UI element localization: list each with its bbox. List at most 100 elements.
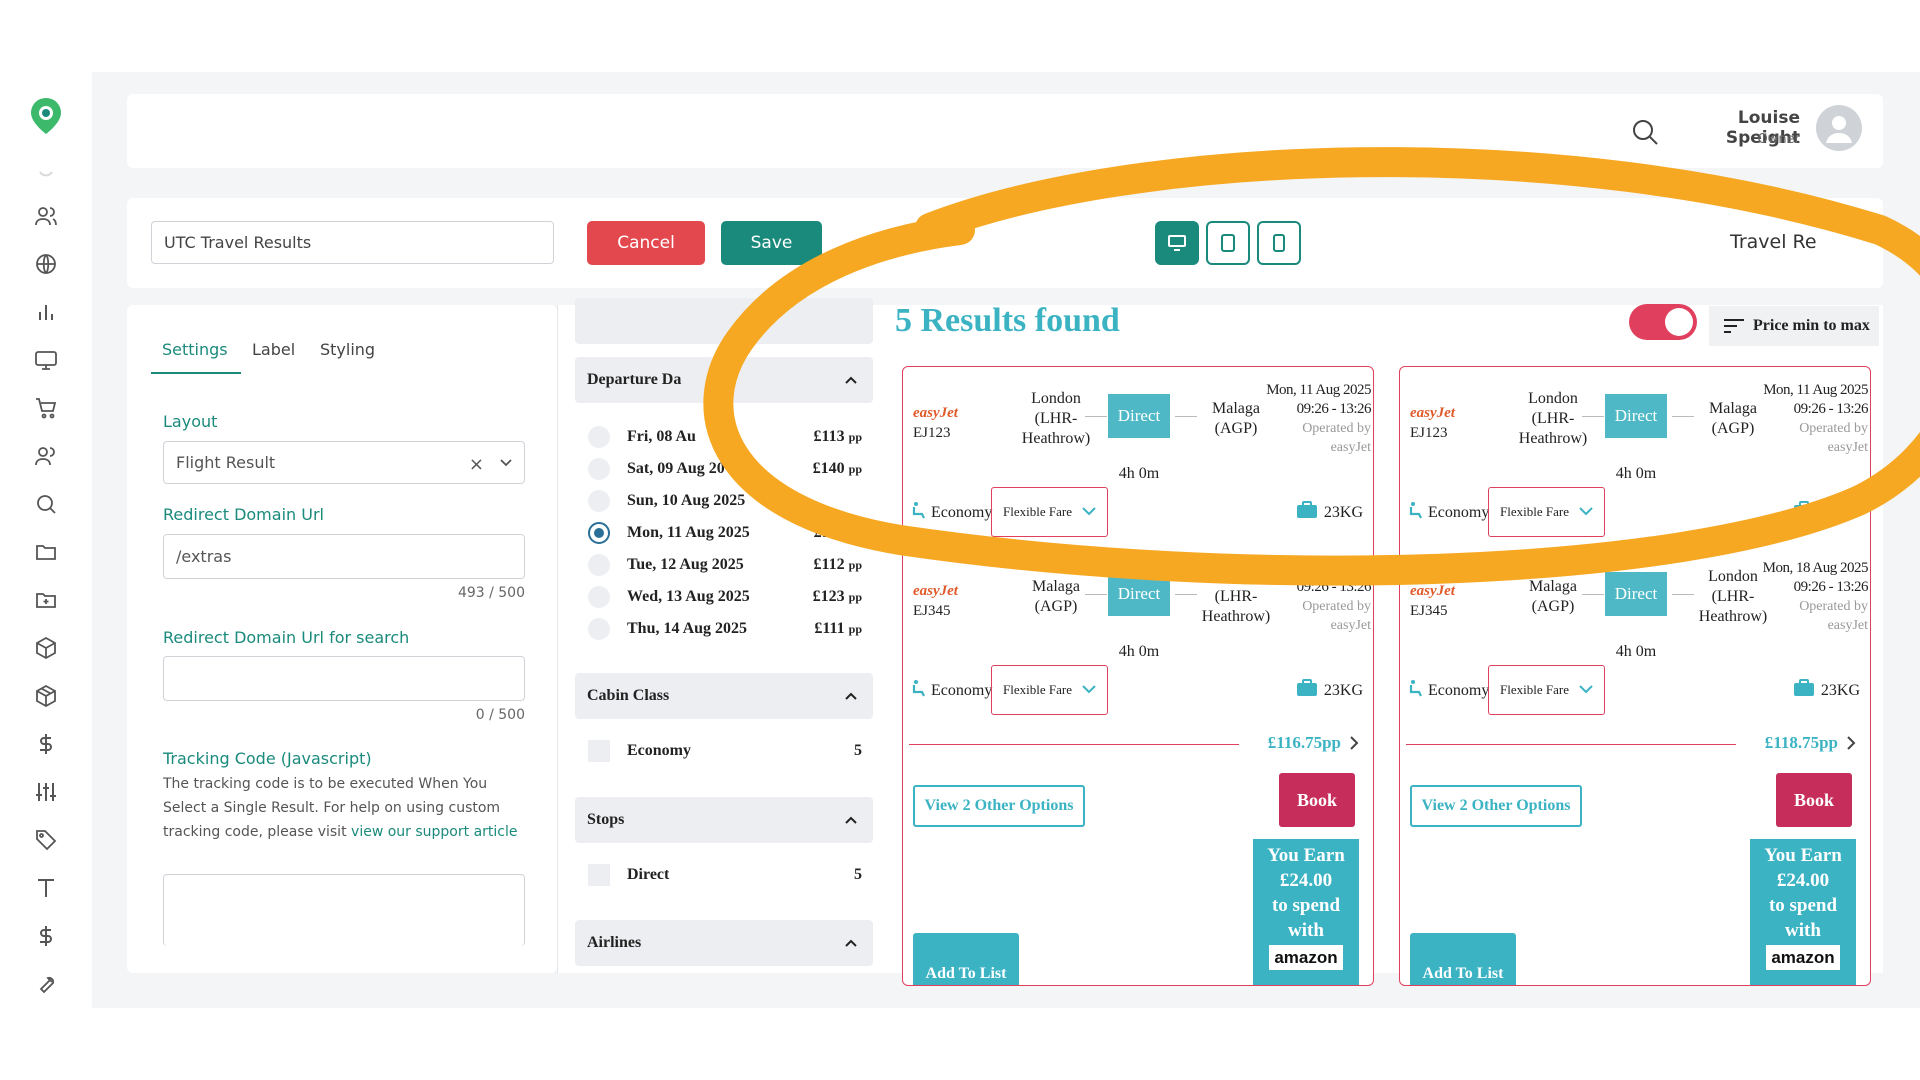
fare-select-value: Flexible Fare [1003, 682, 1072, 697]
fare-select[interactable]: Flexible Fare [991, 665, 1108, 715]
search-nav-icon[interactable] [30, 488, 62, 520]
tracking-code-textarea[interactable] [163, 874, 525, 946]
book-button[interactable]: Book [1279, 773, 1355, 827]
chevron-down-icon [1579, 504, 1593, 520]
date-radio[interactable] [588, 458, 610, 480]
redirect-search-field[interactable] [163, 656, 525, 701]
departure-date-filter[interactable]: Departure Da [575, 357, 873, 403]
luggage-icon [1296, 679, 1318, 702]
search-icon[interactable] [1630, 117, 1660, 147]
date-price-value: £117 [813, 524, 845, 541]
mobile-icon [1273, 234, 1285, 252]
date-radio[interactable] [588, 586, 610, 608]
cancel-button[interactable]: Cancel [587, 221, 705, 265]
date-price-unit: pp [848, 430, 862, 444]
tab-label[interactable]: Label [252, 340, 295, 359]
flight-duration: 4h 0m [1615, 643, 1657, 660]
date-radio[interactable] [588, 618, 610, 640]
route-dash [1085, 416, 1107, 417]
sort-icon [1724, 319, 1744, 333]
stops-filter[interactable]: Stops [575, 797, 873, 843]
users-icon[interactable] [30, 200, 62, 232]
monitor-icon[interactable] [30, 344, 62, 376]
dollar-icon[interactable] [30, 728, 62, 760]
logo-pin-icon[interactable] [28, 96, 64, 136]
flight-segment: easyJet EJ123 London (LHR- Heathrow) Direct… [903, 367, 1373, 545]
flight-date-time: Mon, 11 Aug 2025 09:26 - 13:26 [1763, 381, 1868, 419]
dollar-alt-icon[interactable] [30, 920, 62, 952]
result-name-input[interactable] [151, 221, 554, 264]
flight-date-time: Mon, 11 Aug 2025 09:26 - 13:26 [1266, 381, 1371, 419]
book-button[interactable]: Book [1776, 773, 1852, 827]
chevron-down-icon[interactable] [500, 458, 512, 468]
sort-button[interactable]: Price min to max [1709, 306, 1879, 346]
user-role: Owner [1757, 132, 1800, 147]
wrench-icon[interactable] [30, 968, 62, 1000]
sliders-icon[interactable] [30, 776, 62, 808]
amazon-logo: amazon [1766, 945, 1840, 970]
text-icon[interactable] [30, 872, 62, 904]
date-radio[interactable] [588, 554, 610, 576]
tab-settings[interactable]: Settings [162, 340, 228, 359]
fare-select[interactable]: Flexible Fare [1488, 665, 1605, 715]
box-icon[interactable] [30, 632, 62, 664]
redirect-search-label: Redirect Domain Url for search [163, 628, 410, 647]
airlines-filter[interactable]: Airlines [575, 920, 873, 966]
tag-icon[interactable] [30, 824, 62, 856]
view-other-options-button[interactable]: View 2 Other Options [1410, 785, 1582, 827]
price-divider [1406, 744, 1736, 745]
date-price-unit: pp [848, 526, 862, 540]
support-article-link[interactable]: view our support article [351, 824, 517, 840]
cart-icon[interactable] [30, 392, 62, 424]
tablet-view-button[interactable] [1206, 221, 1250, 265]
tab-styling[interactable]: Styling [320, 340, 375, 359]
baggage-value: 23KG [1323, 681, 1363, 699]
add-to-list-button[interactable]: Add To List [1410, 933, 1516, 985]
flight-date: Mon, 11 Aug 2025 [1266, 382, 1371, 398]
date-radio[interactable] [588, 426, 610, 448]
package-icon[interactable] [30, 680, 62, 712]
clear-icon[interactable]: × [469, 454, 484, 475]
save-button[interactable]: Save [721, 221, 822, 265]
origin-city: Malaga (AGP) [1032, 578, 1080, 615]
economy-checkbox[interactable] [588, 740, 610, 762]
fare-select-value: Flexible Fare [1500, 504, 1569, 519]
folder-icon[interactable] [30, 536, 62, 568]
view-other-options-button[interactable]: View 2 Other Options [913, 785, 1085, 827]
date-radio[interactable] [588, 490, 610, 512]
users-group-icon[interactable] [30, 440, 62, 472]
globe-icon[interactable] [30, 248, 62, 280]
date-option-label: Sun, 10 Aug 2025 [627, 492, 746, 509]
date-radio[interactable] [588, 522, 610, 544]
total-price[interactable]: £116.75pp [1268, 733, 1359, 753]
folder-plus-icon[interactable] [30, 584, 62, 616]
desktop-icon [1168, 235, 1186, 251]
desktop-view-button[interactable] [1155, 221, 1199, 265]
cabin-class-filter[interactable]: Cabin Class [575, 673, 873, 719]
cabin-info: Economy [1408, 501, 1489, 524]
airline-name: easyJet [1410, 405, 1455, 421]
tracking-code-label: Tracking Code (Javascript) [163, 749, 372, 768]
flight-date: Mon, 11 Aug 2025 [1763, 382, 1868, 398]
direct-checkbox[interactable] [588, 864, 610, 886]
flight-duration: 4h 0m [1118, 643, 1160, 660]
chart-icon[interactable] [30, 296, 62, 328]
fare-select[interactable]: Flexible Fare [991, 487, 1108, 537]
redirect-url-counter: 493 / 500 [457, 585, 525, 601]
date-option-label: Mon, 11 Aug 2025 [627, 524, 750, 541]
amazon-logo: amazon [1269, 945, 1343, 970]
redirect-url-field[interactable]: /extras [163, 534, 525, 579]
mobile-view-button[interactable] [1257, 221, 1301, 265]
total-price[interactable]: £118.75pp [1765, 733, 1856, 753]
avatar[interactable] [1816, 105, 1862, 151]
chevron-right-icon [1350, 736, 1359, 750]
flight-date: Mon, 18 Aug 2025 [1762, 560, 1869, 576]
stops-label: Stops [587, 811, 625, 828]
add-to-list-button[interactable]: Add To List [913, 933, 1019, 985]
layout-select[interactable]: Flight Result × [163, 441, 525, 484]
fare-select[interactable]: Flexible Fare [1488, 487, 1605, 537]
results-toggle[interactable] [1629, 304, 1697, 340]
result-card: easyJet EJ123 London (LHR- Heathrow) Direct… [1399, 366, 1871, 986]
route-dash [1582, 594, 1604, 595]
economy-count: 5 [854, 742, 862, 759]
